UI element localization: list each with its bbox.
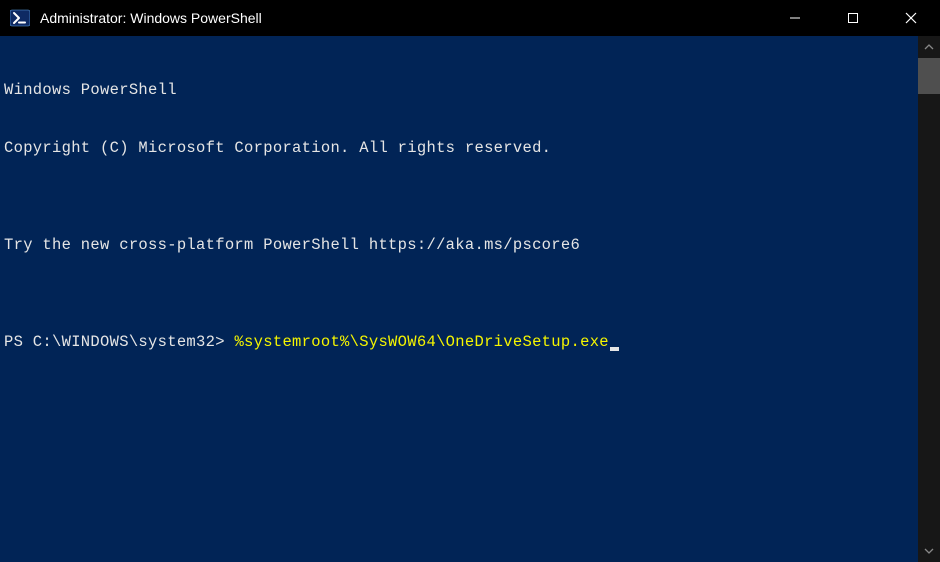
terminal-prompt-line: PS C:\WINDOWS\system32> %systemroot%\Sys… [4,333,914,352]
powershell-icon [10,8,30,28]
scroll-down-button[interactable] [918,540,940,562]
terminal-line: Copyright (C) Microsoft Corporation. All… [4,139,914,158]
scroll-thumb[interactable] [918,58,940,94]
prompt-prefix: PS C:\WINDOWS\system32> [4,333,234,351]
cursor-icon [610,347,619,351]
terminal-wrapper: Windows PowerShell Copyright (C) Microso… [0,36,940,562]
terminal-line: Try the new cross-platform PowerShell ht… [4,236,914,255]
scroll-track[interactable] [918,58,940,540]
window-title: Administrator: Windows PowerShell [40,10,262,26]
scroll-up-button[interactable] [918,36,940,58]
titlebar: Administrator: Windows PowerShell [0,0,940,36]
window-controls [766,0,940,36]
terminal[interactable]: Windows PowerShell Copyright (C) Microso… [0,36,918,562]
terminal-line: Windows PowerShell [4,81,914,100]
command-input[interactable]: %systemroot%\SysWOW64\OneDriveSetup.exe [234,333,608,351]
titlebar-left: Administrator: Windows PowerShell [10,8,262,28]
scrollbar[interactable] [918,36,940,562]
maximize-button[interactable] [824,0,882,36]
close-button[interactable] [882,0,940,36]
minimize-button[interactable] [766,0,824,36]
